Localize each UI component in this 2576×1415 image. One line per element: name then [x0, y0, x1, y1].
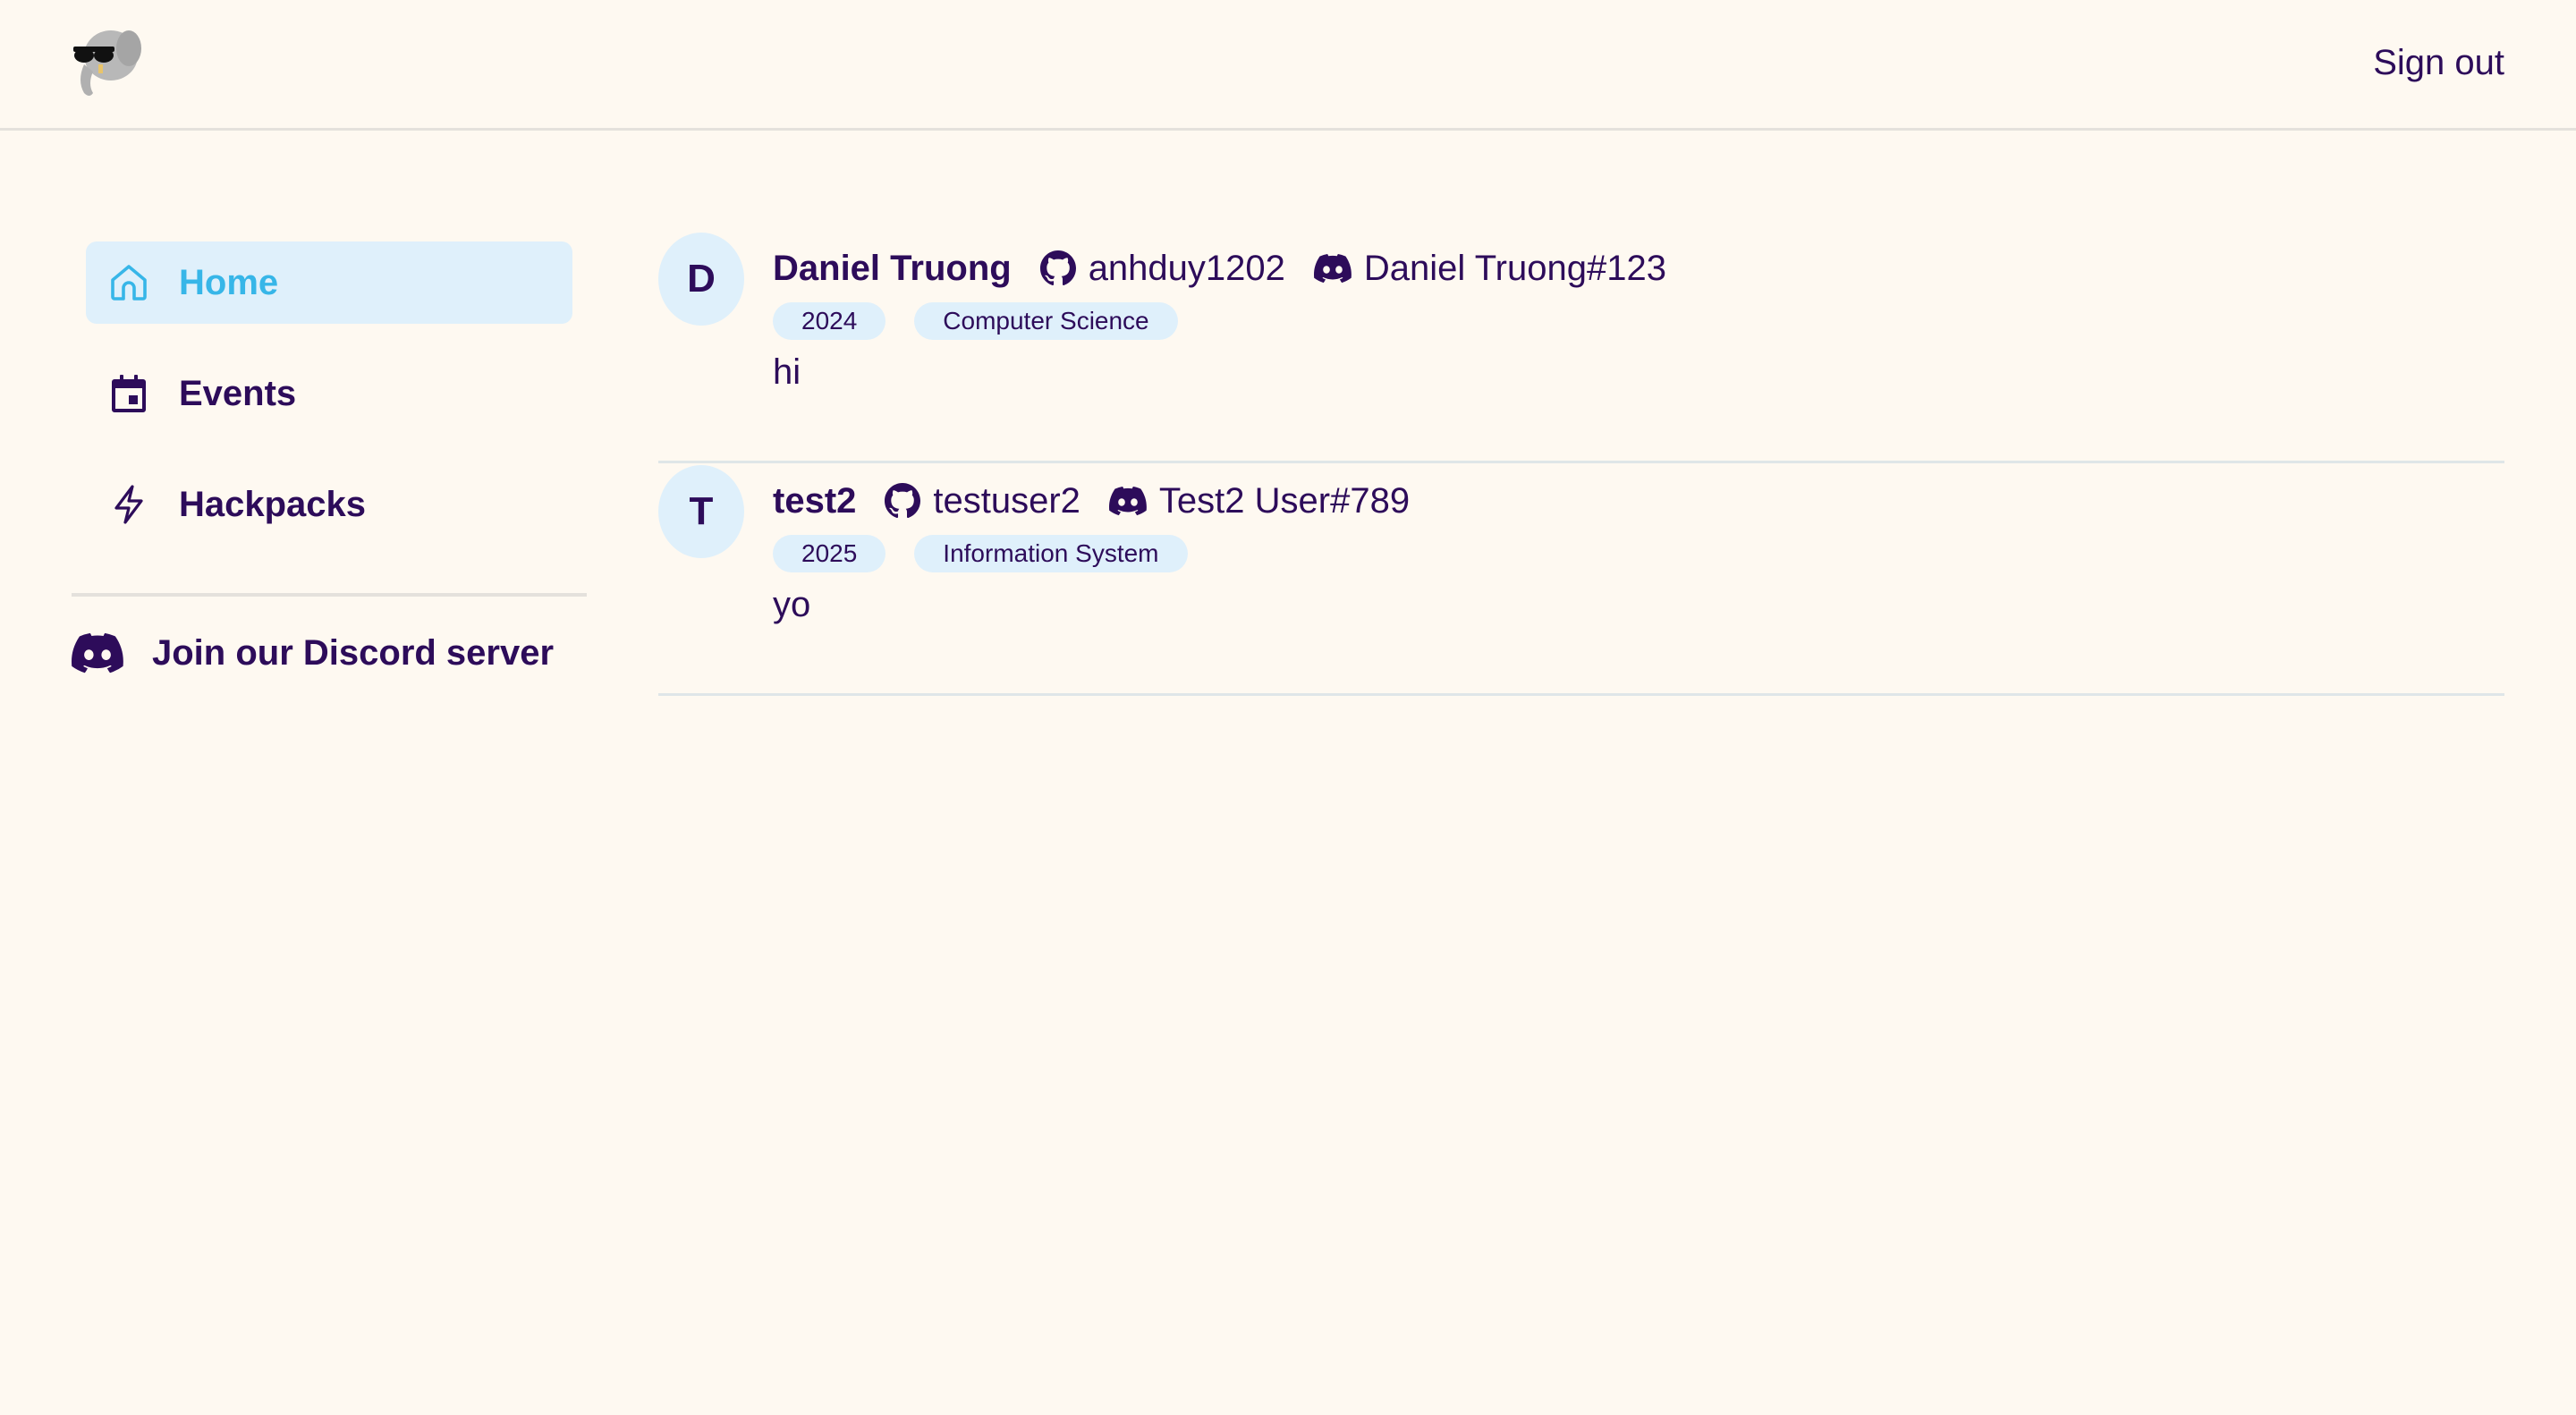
- post-body: hi: [773, 352, 801, 392]
- discord-username: Daniel Truong#123: [1363, 248, 1666, 288]
- github-username: anhduy1202: [1088, 248, 1285, 288]
- discord-icon: [72, 632, 123, 674]
- github-icon: [1039, 250, 1076, 286]
- year-tag: 2025: [773, 535, 886, 572]
- sign-out-button[interactable]: Sign out: [2373, 43, 2504, 83]
- sidebar-item-label: Events: [179, 373, 297, 413]
- post-header: Daniel Truong anhduy1202 Daniel Truong#1…: [773, 243, 1695, 293]
- feed-post: T test2 testuser2 Test2 User#789 2025 In…: [658, 463, 2504, 696]
- discord-handle[interactable]: Daniel Truong#123: [1313, 248, 1666, 289]
- feed-post: D Daniel Truong anhduy1202 Daniel Truong…: [658, 231, 2504, 463]
- sidebar-item-label: Hackpacks: [179, 484, 367, 524]
- elephant-logo-icon[interactable]: [72, 25, 143, 102]
- post-header: test2 testuser2 Test2 User#789: [773, 476, 1438, 526]
- sidebar-item-label: Home: [179, 262, 279, 302]
- discord-icon: [1313, 253, 1352, 284]
- calendar-icon: [106, 370, 152, 417]
- sidebar-item-hackpacks[interactable]: Hackpacks: [86, 463, 572, 546]
- github-handle[interactable]: anhduy1202: [1039, 248, 1285, 289]
- top-header: Sign out: [0, 0, 2576, 131]
- github-handle[interactable]: testuser2: [885, 481, 1080, 521]
- major-tag: Computer Science: [914, 302, 1178, 340]
- post-tags: 2024 Computer Science: [773, 302, 1207, 340]
- github-icon: [885, 483, 921, 519]
- discord-join-link[interactable]: Join our Discord server: [72, 626, 554, 680]
- discord-icon: [1108, 486, 1147, 516]
- avatar[interactable]: D: [658, 233, 744, 326]
- major-tag: Information System: [914, 535, 1188, 572]
- github-username: testuser2: [933, 480, 1080, 521]
- year-tag: 2024: [773, 302, 886, 340]
- sidebar: Home Events Hackpacks Join our Discord s…: [72, 241, 587, 674]
- sidebar-divider: [72, 593, 587, 597]
- discord-link-label: Join our Discord server: [152, 632, 555, 673]
- sidebar-item-events[interactable]: Events: [86, 352, 572, 435]
- sidebar-item-home[interactable]: Home: [86, 241, 572, 324]
- post-author-name[interactable]: Daniel Truong: [773, 249, 1012, 289]
- home-icon: [106, 259, 152, 306]
- discord-username: Test2 User#789: [1158, 480, 1411, 521]
- post-author-name[interactable]: test2: [773, 481, 856, 521]
- feed: D Daniel Truong anhduy1202 Daniel Truong…: [658, 231, 2504, 696]
- discord-handle[interactable]: Test2 User#789: [1108, 480, 1411, 521]
- post-body: yo: [773, 585, 811, 624]
- post-tags: 2025 Information System: [773, 535, 1216, 572]
- avatar[interactable]: T: [658, 465, 744, 558]
- lightning-icon: [106, 481, 152, 528]
